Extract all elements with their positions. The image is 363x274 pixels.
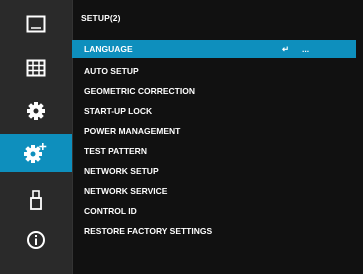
usb-icon	[29, 190, 42, 210]
sidebar-item-usb[interactable]	[10, 181, 61, 219]
grid-icon	[26, 59, 45, 77]
menu-item-label: POWER MANAGEMENT	[84, 126, 181, 136]
menu-item-network-service[interactable]: NETWORK SERVICE	[72, 182, 356, 200]
sidebar-item-info[interactable]	[10, 221, 61, 259]
gear-plus-icon	[24, 143, 47, 163]
info-icon	[26, 231, 45, 249]
sidebar-item-picture[interactable]	[10, 5, 61, 43]
sidebar-item-setup[interactable]	[10, 92, 61, 130]
menu-item-restore-factory-settings[interactable]: RESTORE FACTORY SETTINGS	[72, 222, 356, 240]
menu-item-label: NETWORK SERVICE	[84, 186, 168, 196]
menu-item-label: NETWORK SETUP	[84, 166, 159, 176]
menu-item-start-up-lock[interactable]: START-UP LOCK	[72, 102, 356, 120]
picture-icon	[26, 15, 45, 33]
menu-item-auto-setup[interactable]: AUTO SETUP	[72, 62, 356, 80]
menu-item-geometric-correction[interactable]: GEOMETRIC CORRECTION	[72, 82, 356, 100]
menu-item-label: LANGUAGE	[84, 44, 133, 54]
enter-icon: ↵	[282, 44, 290, 54]
menu-item-language[interactable]: LANGUAGE ↵ ...	[72, 40, 356, 58]
menu-panel: SETUP(2) LANGUAGE ↵ ... AUTO SETUP GEOME…	[72, 0, 363, 274]
menu-item-label: GEOMETRIC CORRECTION	[84, 86, 195, 96]
menu-item-label: RESTORE FACTORY SETTINGS	[84, 226, 213, 236]
sidebar-item-adjust[interactable]	[10, 49, 61, 87]
sidebar-item-setup-2[interactable]	[0, 134, 72, 172]
menu-title: SETUP(2)	[81, 13, 121, 23]
gear-icon	[26, 102, 45, 120]
menu-item-label: AUTO SETUP	[84, 66, 139, 76]
sidebar	[0, 0, 73, 274]
menu-item-label: CONTROL ID	[84, 206, 137, 216]
menu-item-label: TEST PATTERN	[84, 146, 147, 156]
menu-item-network-setup[interactable]: NETWORK SETUP	[72, 162, 356, 180]
menu-item-control-id[interactable]: CONTROL ID	[72, 202, 356, 220]
menu-item-more: ...	[302, 44, 310, 54]
osd-menu-window: SETUP(2) LANGUAGE ↵ ... AUTO SETUP GEOME…	[0, 0, 363, 274]
menu-item-test-pattern[interactable]: TEST PATTERN	[72, 142, 356, 160]
menu-item-power-management[interactable]: POWER MANAGEMENT	[72, 122, 356, 140]
menu-item-label: START-UP LOCK	[84, 106, 153, 116]
